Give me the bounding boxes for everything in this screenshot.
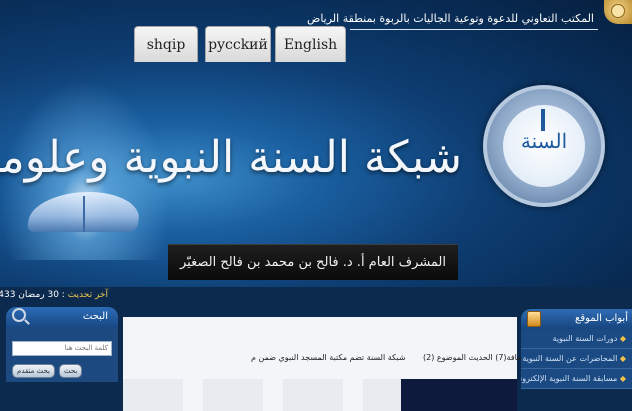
book-icon [527,311,541,327]
sections-header: أبواب الموقع [521,309,632,329]
site-logo[interactable]: السنة [483,85,605,207]
search-buttons: بحث بحث متقدم [12,363,112,378]
last-update-label: آخر تحديث [67,290,108,300]
minaret-icon [541,109,545,131]
search-input[interactable] [12,340,112,356]
search-title: البحث [82,311,108,322]
supervisor-band: المشرف العام أ. د. فالح بن محمد بن فالح … [168,244,458,280]
last-update: آخر تحديث : 30 رمضان 1433هـ [0,290,108,300]
search-header: البحث [6,307,118,327]
language-tab-russian[interactable]: pycckий [205,26,271,62]
language-tab-albanian[interactable]: shqip [134,26,198,62]
search-panel: البحث بحث بحث متقدم [6,307,118,382]
update-strip: آخر تحديث : 30 رمضان 1433هـ [0,287,632,307]
news-item[interactable]: شبكة السنة تضم مكتبة المسجد النبوي ضمن م [251,353,406,362]
language-tab-english[interactable]: English [275,26,346,62]
news-ticker-panel: بم الخبر باعتبار قائله أو باعتبار النسبة… [123,317,632,411]
search-body: بحث بحث متقدم [6,327,118,382]
top-bar: المكتب التعاوني للدعوة وتوعية الجاليات ب… [0,0,632,62]
bullet-icon: ◆ [617,334,626,343]
advanced-search-button[interactable]: بحث متقدم [12,363,55,378]
last-update-value: : 30 رمضان 1433هـ [0,290,65,300]
section-item[interactable]: ◆ المحاضرات عن السنة النبوية [521,349,632,369]
site-sections-panel: أبواب الموقع ◆ دورات السنة النبوية ◆ الم… [521,309,632,411]
search-icon [12,308,26,322]
emblem-inner-icon [611,4,625,18]
emblem-icon [604,0,632,24]
bullet-icon: ◆ [617,354,626,363]
sections-title: أبواب الموقع [575,313,628,324]
logo-text: السنة [520,129,568,153]
section-item-label: مسابقة السنة النبوية الإلكترونية [521,374,618,383]
section-item[interactable]: ◆ دورات السنة النبوية [521,329,632,349]
section-item-label: المحاضرات عن السنة النبوية [522,354,618,363]
organization-name: المكتب التعاوني للدعوة وتوعية الجاليات ب… [307,8,598,30]
section-item-label: دورات السنة النبوية [552,334,618,343]
bullet-icon: ◆ [617,374,626,383]
search-button[interactable]: بحث [58,363,83,378]
section-item[interactable]: ◆ مسابقة السنة النبوية الإلكترونية [521,369,632,389]
logo-inner: السنة [503,105,585,187]
site-title: شبكة السنة النبوية وعلومها [0,132,463,183]
featured-image[interactable] [401,379,517,411]
